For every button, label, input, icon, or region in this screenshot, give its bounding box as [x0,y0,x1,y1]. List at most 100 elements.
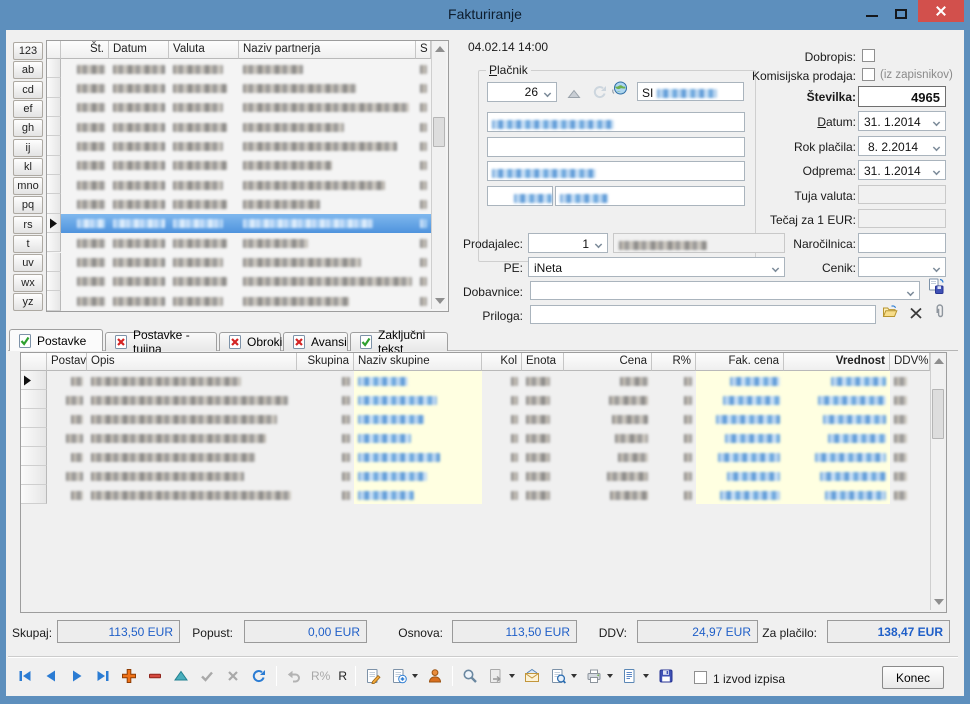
copy-document-dropdown-icon[interactable] [412,674,418,678]
scroll-down-icon[interactable] [934,599,944,605]
alphabet-button-pq[interactable]: pq [13,196,43,214]
partner-row[interactable] [169,175,239,194]
partner-row[interactable] [61,272,109,291]
row-indicator[interactable] [47,194,61,213]
item-row[interactable] [47,485,87,504]
datum-combobox[interactable]: 31. 1.2014 [858,111,946,131]
item-row[interactable] [652,409,696,428]
row-indicator[interactable] [47,233,61,252]
cancel-edit-icon[interactable] [224,667,242,685]
partner-row[interactable] [109,117,169,136]
partner-row[interactable] [239,214,416,233]
item-row[interactable] [87,466,297,485]
priloga-input[interactable] [530,305,876,324]
row-indicator[interactable] [47,272,61,291]
column-header-selector[interactable] [47,41,61,59]
row-indicator[interactable] [21,409,47,428]
item-row[interactable] [522,485,564,504]
column-header-naziv-partnerja[interactable]: Naziv partnerja [239,41,416,59]
item-row[interactable] [354,447,482,466]
item-row[interactable] [890,390,930,409]
partner-row[interactable] [239,291,416,310]
first-record-icon[interactable] [16,667,34,685]
partner-row[interactable] [239,117,416,136]
narocilnica-input[interactable] [858,233,946,253]
partner-row[interactable] [416,156,431,175]
payer-postcode-field[interactable] [487,186,553,206]
cenik-combobox[interactable] [858,257,946,277]
partner-row[interactable] [109,214,169,233]
item-row[interactable] [564,485,652,504]
column-header-skupina[interactable]: Skupina [297,353,354,371]
row-indicator[interactable] [47,117,61,136]
row-indicator[interactable] [21,371,47,390]
item-row[interactable] [47,428,87,447]
item-row[interactable] [890,485,930,504]
tab-postavke[interactable]: Postavke [9,329,103,351]
komisijska-checkbox[interactable] [862,68,875,81]
minimize-icon[interactable] [866,15,878,17]
alphabet-button-cd[interactable]: cd [13,81,43,99]
alphabet-button-kl[interactable]: kl [13,158,43,176]
item-row[interactable] [890,371,930,390]
partner-row[interactable] [109,272,169,291]
alphabet-button-123[interactable]: 123 [13,42,43,60]
odprema-combobox[interactable]: 31. 1.2014 [858,160,946,180]
delete-record-icon[interactable] [146,667,164,685]
item-row[interactable] [354,390,482,409]
item-row[interactable] [482,390,522,409]
column-header-cena[interactable]: Cena [564,353,652,371]
row-indicator[interactable] [47,253,61,272]
column-header-fak-cena[interactable]: Fak. cena [696,353,784,371]
partner-row[interactable] [61,136,109,155]
copy-document-icon[interactable] [390,667,408,685]
print-icon[interactable] [585,667,603,685]
item-row[interactable] [652,428,696,447]
web-lookup-icon[interactable] [612,80,628,96]
item-row[interactable] [784,409,890,428]
item-row[interactable] [652,485,696,504]
remove-attachment-icon[interactable] [908,305,924,321]
item-row[interactable] [522,428,564,447]
partner-row[interactable] [239,156,416,175]
prodajalec-combobox[interactable]: 1 [528,233,608,253]
partner-row[interactable] [61,253,109,272]
row-indicator[interactable] [21,390,47,409]
item-row[interactable] [47,371,87,390]
partner-row[interactable] [169,117,239,136]
undo-icon[interactable] [285,667,303,685]
partner-row[interactable] [109,156,169,175]
payer-code-combobox[interactable]: 26 [487,82,557,102]
tab-avansi[interactable]: Avansi [283,332,348,351]
item-row[interactable] [696,466,784,485]
partner-row[interactable] [416,59,431,78]
item-row[interactable] [297,390,354,409]
row-indicator[interactable] [47,291,61,310]
partner-row[interactable] [169,253,239,272]
item-row[interactable] [522,466,564,485]
item-row[interactable] [784,390,890,409]
report-dropdown-icon[interactable] [643,674,649,678]
column-header-selector[interactable] [21,353,47,371]
partner-row[interactable] [239,272,416,291]
partner-row[interactable] [61,59,109,78]
scroll-up-icon[interactable] [435,46,445,52]
item-row[interactable] [482,447,522,466]
scroll-up-icon[interactable] [566,86,582,102]
item-row[interactable] [784,428,890,447]
scroll-up-icon[interactable] [934,358,944,364]
partner-row[interactable] [169,214,239,233]
rabat-button[interactable]: R [338,669,347,683]
partner-row[interactable] [61,291,109,310]
item-row[interactable] [784,466,890,485]
partner-row[interactable] [239,253,416,272]
edit-document-icon[interactable] [364,667,382,685]
item-row[interactable] [890,466,930,485]
row-indicator[interactable] [21,466,47,485]
item-row[interactable] [297,466,354,485]
item-row[interactable] [354,409,482,428]
item-row[interactable] [47,466,87,485]
item-row[interactable] [297,428,354,447]
item-row[interactable] [652,466,696,485]
partner-row[interactable] [109,291,169,310]
